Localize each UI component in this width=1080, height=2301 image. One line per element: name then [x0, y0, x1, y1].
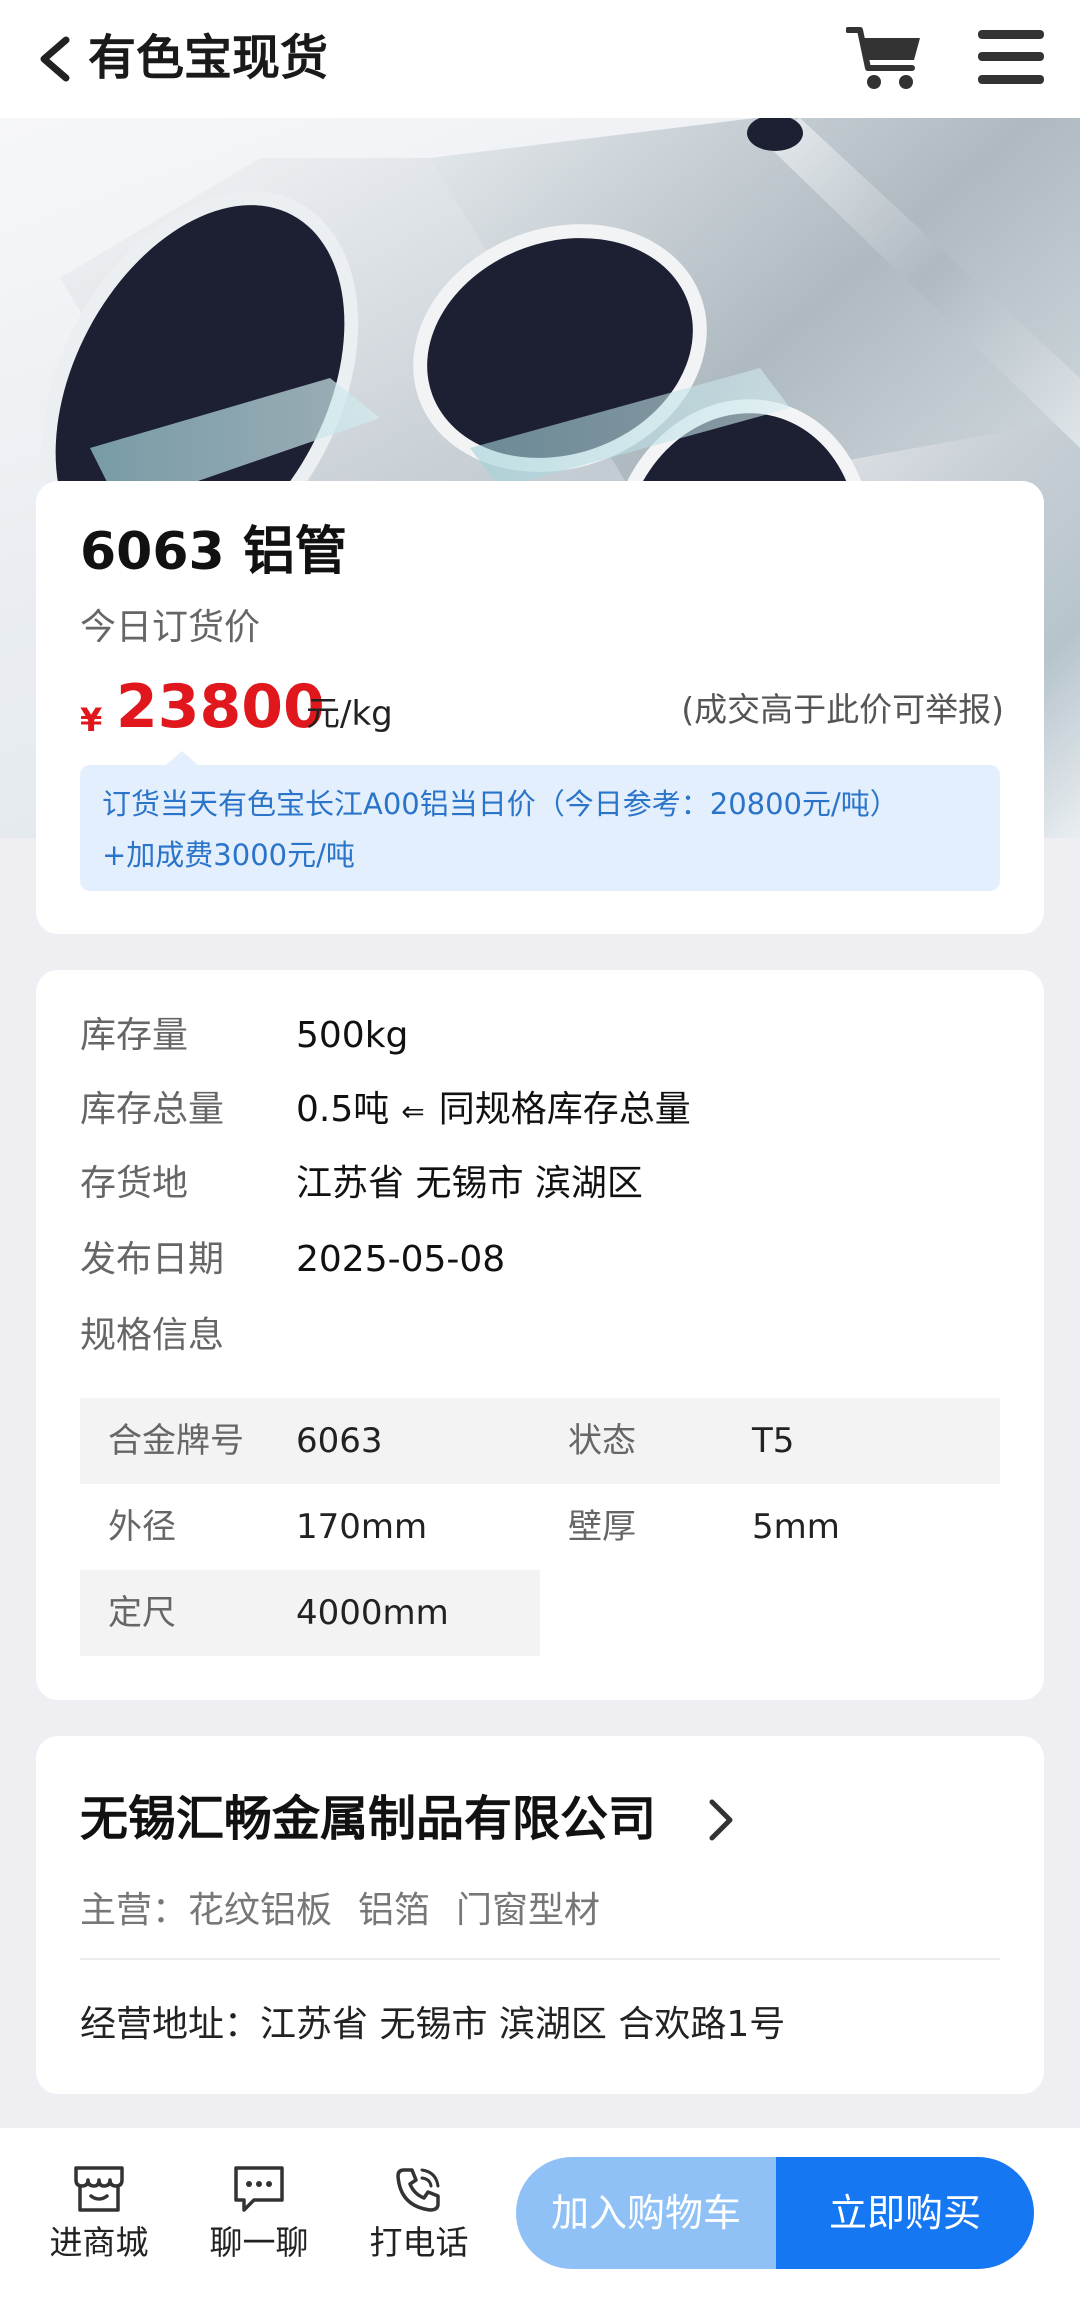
- spec-label: 规格信息: [80, 1315, 225, 1356]
- add-to-cart-button[interactable]: 加入购物车: [516, 2157, 776, 2269]
- main-business: 主营：花纹铝板 铝箔 门窗型材: [80, 1884, 626, 1938]
- spec-value-length: 4000mm: [296, 1593, 449, 1633]
- spec-key-alloy: 合金牌号: [108, 1421, 244, 1461]
- company-card[interactable]: 无锡汇畅金属制品有限公司 主营：花纹铝板 铝箔 门窗型材 经营地址：江苏省 无锡市 …: [36, 1736, 1044, 2094]
- price-label: 今日订货价: [80, 607, 261, 648]
- stock-label: 库存量: [80, 1015, 189, 1056]
- total-stock-label: 库存总量: [80, 1089, 225, 1130]
- chat-label: 聊一聊: [209, 2223, 309, 2262]
- hamburger-menu-icon[interactable]: [978, 28, 1044, 86]
- spec-table-row: 定尺 4000mm: [80, 1570, 1000, 1656]
- spec-key-outer-diameter: 外径: [108, 1507, 176, 1547]
- business-item: 铝箔: [358, 1890, 431, 1931]
- store-icon: [74, 2166, 124, 2212]
- currency-symbol: ¥: [80, 701, 103, 739]
- top-bar: 有色宝现货: [0, 0, 1080, 118]
- price-row: ¥ 23800 元/kg (成交高于此价可举报): [80, 671, 1004, 742]
- price-card: 6063 铝管 今日订货价 ¥ 23800 元/kg (成交高于此价可举报) 订…: [36, 481, 1044, 934]
- company-name[interactable]: 无锡汇畅金属制品有限公司: [80, 1786, 656, 1852]
- pricing-info-line1: 订货当天有色宝长江A00铝当日价（今日参考：20800元/吨）: [102, 787, 899, 821]
- chat-button[interactable]: 聊一聊: [184, 2164, 334, 2284]
- spec-key-wall-thickness: 壁厚: [568, 1507, 636, 1547]
- location-value: 江苏省 无锡市 滨湖区: [296, 1163, 643, 1204]
- details-card: 库存量 500kg 库存总量 0.5吨 ⇐ 同规格库存总量 存货地 江苏省 无锡市 …: [36, 970, 1044, 1700]
- spec-table-row: 外径 170mm 壁厚 5mm: [80, 1484, 1000, 1570]
- spec-value-outer-diameter: 170mm: [296, 1507, 428, 1547]
- call-button[interactable]: 打电话: [344, 2164, 494, 2284]
- spec-row: 规格信息: [80, 1308, 1000, 1364]
- chevron-right-icon[interactable]: [706, 1798, 736, 1842]
- product-name: 6063 铝管: [80, 522, 347, 582]
- spec-value-state: T5: [752, 1421, 795, 1461]
- left-arrow-icon: ⇐: [401, 1095, 425, 1128]
- spec-key-length: 定尺: [108, 1593, 176, 1633]
- report-note: (成交高于此价可举报): [681, 690, 1004, 729]
- spec-table: 合金牌号 6063 状态 T5 外径 170mm 壁厚 5mm 定尺 4000m…: [80, 1398, 1000, 1656]
- chevron-left-icon[interactable]: [36, 36, 76, 82]
- location-row: 存货地 江苏省 无锡市 滨湖区: [80, 1156, 1000, 1212]
- total-stock-note: 同规格库存总量: [438, 1089, 691, 1130]
- price-unit: 元/kg: [306, 694, 393, 734]
- price-value: 23800: [116, 672, 325, 742]
- stock-value: 500kg: [296, 1015, 409, 1056]
- spec-key-state: 状态: [568, 1421, 636, 1461]
- store-button[interactable]: 进商城: [24, 2164, 174, 2284]
- phone-icon: [396, 2168, 440, 2212]
- app-title: 有色宝现货: [88, 30, 329, 86]
- cart-icon[interactable]: [846, 24, 924, 92]
- total-stock-value: 0.5吨: [296, 1089, 390, 1130]
- call-label: 打电话: [369, 2223, 469, 2262]
- main-business-label: 主营：: [80, 1890, 189, 1931]
- total-stock-value-group: 0.5吨 ⇐ 同规格库存总量: [296, 1082, 691, 1140]
- business-address: 经营地址：江苏省 无锡市 滨湖区 合欢路1号: [80, 2004, 786, 2045]
- chat-icon: [234, 2166, 284, 2212]
- location-label: 存货地: [80, 1163, 189, 1204]
- publish-date-row: 发布日期 2025-05-08: [80, 1232, 1000, 1288]
- pricing-info-box: 订货当天有色宝长江A00铝当日价（今日参考：20800元/吨） +加成费3000…: [80, 751, 1000, 891]
- publish-date-label: 发布日期: [80, 1239, 225, 1280]
- spec-value-wall-thickness: 5mm: [752, 1507, 840, 1547]
- stock-row: 库存量 500kg: [80, 1008, 1000, 1064]
- spec-table-row: 合金牌号 6063 状态 T5: [80, 1398, 1000, 1484]
- buy-now-button[interactable]: 立即购买: [776, 2157, 1034, 2269]
- spec-value-alloy: 6063: [296, 1421, 383, 1461]
- pricing-info-text: 订货当天有色宝长江A00铝当日价（今日参考：20800元/吨） +加成费3000…: [102, 779, 982, 881]
- store-label: 进商城: [49, 2223, 149, 2262]
- business-item: 花纹铝板: [188, 1890, 333, 1931]
- publish-date-value: 2025-05-08: [296, 1239, 506, 1280]
- pricing-info-line2: +加成费3000元/吨: [102, 838, 355, 872]
- business-item: 门窗型材: [456, 1890, 601, 1931]
- divider: [80, 1958, 1000, 1960]
- total-stock-row: 库存总量 0.5吨 ⇐ 同规格库存总量: [80, 1082, 1000, 1138]
